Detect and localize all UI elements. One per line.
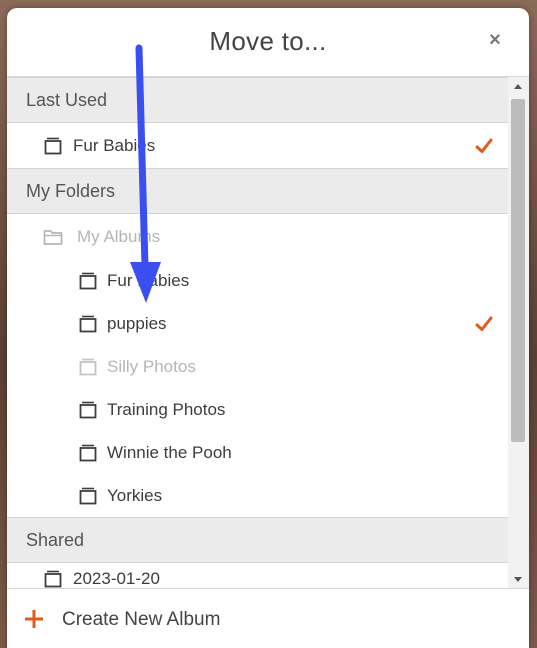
list-item-label: Winnie the Pooh (107, 443, 232, 462)
album-icon (44, 137, 62, 154)
folder-list: Last Used Fur Babies My Folders My Album… (7, 77, 508, 588)
dialog-footer: Create New Album (7, 588, 529, 648)
list-item-label: puppies (107, 314, 167, 333)
album-icon (79, 272, 97, 289)
list-item-label: Training Photos (107, 400, 226, 419)
scroll-thumb[interactable] (511, 99, 525, 442)
plus-icon (25, 610, 43, 628)
list-item-training-photos[interactable]: Training Photos (7, 388, 508, 431)
album-icon (79, 315, 97, 332)
check-icon (475, 138, 493, 153)
section-header-my-folders: My Folders (7, 168, 508, 214)
list-item-label: Silly Photos (107, 357, 196, 376)
album-icon (79, 444, 97, 461)
list-item-shared-2023-01-20[interactable]: 2023-01-20 (7, 557, 508, 588)
album-icon (79, 401, 97, 418)
list-item-last-used-fur-babies[interactable]: Fur Babies (7, 123, 508, 168)
list-item-yorkies[interactable]: Yorkies (7, 474, 508, 517)
list-item-fur-babies[interactable]: Fur Babies (7, 259, 508, 302)
folder-label: My Albums (77, 227, 161, 246)
list-item-label: Yorkies (107, 486, 163, 505)
album-icon (79, 358, 97, 375)
album-icon (44, 570, 62, 587)
album-icon (79, 487, 97, 504)
create-new-album-button[interactable]: Create New Album (23, 601, 283, 637)
folder-icon (43, 229, 63, 245)
list-scrollbar[interactable] (508, 77, 529, 588)
list-item-label: 2023-01-20 (73, 569, 160, 588)
list-item-winnie-the-pooh[interactable]: Winnie the Pooh (7, 431, 508, 474)
section-header-last-used: Last Used (7, 77, 508, 123)
list-item-silly-photos: Silly Photos (7, 345, 508, 388)
close-button[interactable]: × (485, 28, 505, 52)
dialog-title: Move to... (209, 26, 327, 56)
create-new-album-label: Create New Album (62, 609, 221, 630)
list-item-puppies[interactable]: puppies (7, 302, 508, 345)
dialog-header: Move to... × (7, 8, 529, 77)
scroll-up-arrow-icon[interactable] (514, 84, 522, 89)
scroll-down-arrow-icon[interactable] (514, 577, 522, 582)
check-icon (475, 316, 493, 331)
folder-item-my-albums: My Albums (7, 214, 508, 259)
close-icon: × (489, 29, 501, 51)
list-item-label: Fur Babies (107, 271, 190, 290)
move-to-dialog: Move to... × Last Used Fur Babies My Fol… (7, 8, 529, 648)
list-item-label: Fur Babies (73, 136, 156, 155)
